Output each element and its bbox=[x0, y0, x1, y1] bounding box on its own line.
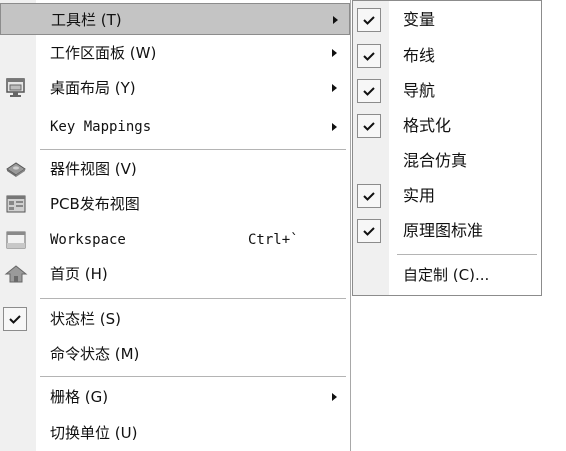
menu-item-label: 器件视图 (V) bbox=[50, 160, 137, 178]
menu-item-label: Key Mappings bbox=[50, 119, 152, 135]
submenu-arrow-icon bbox=[333, 16, 338, 24]
pcb-release-view-icon bbox=[4, 192, 28, 216]
menu-item-label: 状态栏 (S) bbox=[50, 310, 121, 328]
menu-item-desktop-layouts[interactable]: 桌面布局 (Y) bbox=[0, 72, 350, 104]
check-icon bbox=[357, 79, 381, 103]
menu-item-status-bar[interactable]: 状态栏 (S) bbox=[0, 303, 350, 335]
menu-item-label: 切换单位 (U) bbox=[50, 424, 138, 442]
check-icon bbox=[357, 219, 381, 243]
menu-item-home[interactable]: 首页 (H) bbox=[0, 258, 350, 290]
menu-separator bbox=[40, 298, 346, 299]
submenu-arrow-icon bbox=[332, 393, 337, 401]
submenu-item-label: 格式化 bbox=[403, 116, 452, 135]
submenu-item-schematic-standard[interactable]: 原理图标准 bbox=[353, 214, 541, 248]
menu-item-label: PCB发布视图 bbox=[50, 195, 140, 213]
submenu-item-customize[interactable]: 自定制 (C)... bbox=[353, 258, 541, 292]
view-menu: 工具栏 (T) 工作区面板 (W) 桌面布局 (Y) Key Mappings … bbox=[0, 0, 351, 451]
view-menu-screenshot: 工具栏 (T) 工作区面板 (W) 桌面布局 (Y) Key Mappings … bbox=[0, 0, 566, 451]
submenu-item-utilities[interactable]: 实用 bbox=[353, 179, 541, 213]
submenu-item-label: 混合仿真 bbox=[403, 151, 468, 170]
submenu-arrow-icon bbox=[332, 123, 337, 131]
submenu-item-navigation[interactable]: 导航 bbox=[353, 74, 541, 108]
workspace-icon bbox=[4, 228, 28, 252]
menu-item-label: 命令状态 (M) bbox=[50, 345, 140, 363]
submenu-item-label: 实用 bbox=[403, 186, 436, 205]
menu-separator bbox=[40, 149, 346, 150]
check-icon bbox=[357, 8, 381, 32]
menu-item-pcb-release-view[interactable]: PCB发布视图 bbox=[0, 188, 350, 220]
menu-separator bbox=[40, 376, 346, 377]
menu-item-label: 工具栏 (T) bbox=[51, 11, 122, 29]
menu-item-shortcut: Ctrl+` bbox=[248, 232, 299, 248]
check-icon bbox=[357, 44, 381, 68]
desktop-layout-icon bbox=[4, 76, 28, 100]
menu-item-device-view[interactable]: 器件视图 (V) bbox=[0, 153, 350, 185]
check-icon bbox=[3, 307, 27, 331]
device-view-icon bbox=[4, 157, 28, 181]
submenu-item-wiring[interactable]: 布线 bbox=[353, 39, 541, 73]
menu-item-label: 桌面布局 (Y) bbox=[50, 79, 136, 97]
submenu-item-formatting[interactable]: 格式化 bbox=[353, 109, 541, 143]
home-icon bbox=[4, 262, 28, 286]
menu-item-workspace-panels[interactable]: 工作区面板 (W) bbox=[0, 37, 350, 69]
menu-item-label: 工作区面板 (W) bbox=[50, 44, 157, 62]
menu-item-grid[interactable]: 栅格 (G) bbox=[0, 381, 350, 413]
menu-item-label: Workspace bbox=[50, 232, 126, 248]
menu-item-key-mappings[interactable]: Key Mappings bbox=[0, 111, 350, 143]
check-icon bbox=[357, 114, 381, 138]
submenu-separator bbox=[397, 254, 537, 255]
submenu-item-label: 布线 bbox=[403, 46, 436, 65]
submenu-item-label: 原理图标准 bbox=[403, 221, 484, 240]
menu-item-toggle-units[interactable]: 切换单位 (U) bbox=[0, 417, 350, 449]
menu-item-command-status[interactable]: 命令状态 (M) bbox=[0, 338, 350, 370]
submenu-item-label: 自定制 (C)... bbox=[403, 266, 490, 284]
menu-item-label: 栅格 (G) bbox=[50, 388, 109, 406]
submenu-item-label: 导航 bbox=[403, 81, 436, 100]
menu-item-label: 首页 (H) bbox=[50, 265, 108, 283]
submenu-item-label: 变量 bbox=[403, 10, 436, 29]
menu-item-workspace[interactable]: Workspace Ctrl+` bbox=[0, 224, 350, 256]
menu-item-toolbars[interactable]: 工具栏 (T) bbox=[0, 3, 350, 35]
submenu-item-mixed-simulation[interactable]: 混合仿真 bbox=[353, 144, 541, 178]
submenu-arrow-icon bbox=[332, 49, 337, 57]
toolbars-submenu: 变量 布线 导航 格式化 混合仿真 实用 原理图标准 自定制 (C)... bbox=[352, 0, 542, 296]
submenu-item-variables[interactable]: 变量 bbox=[353, 3, 541, 37]
submenu-arrow-icon bbox=[332, 84, 337, 92]
check-icon bbox=[357, 184, 381, 208]
